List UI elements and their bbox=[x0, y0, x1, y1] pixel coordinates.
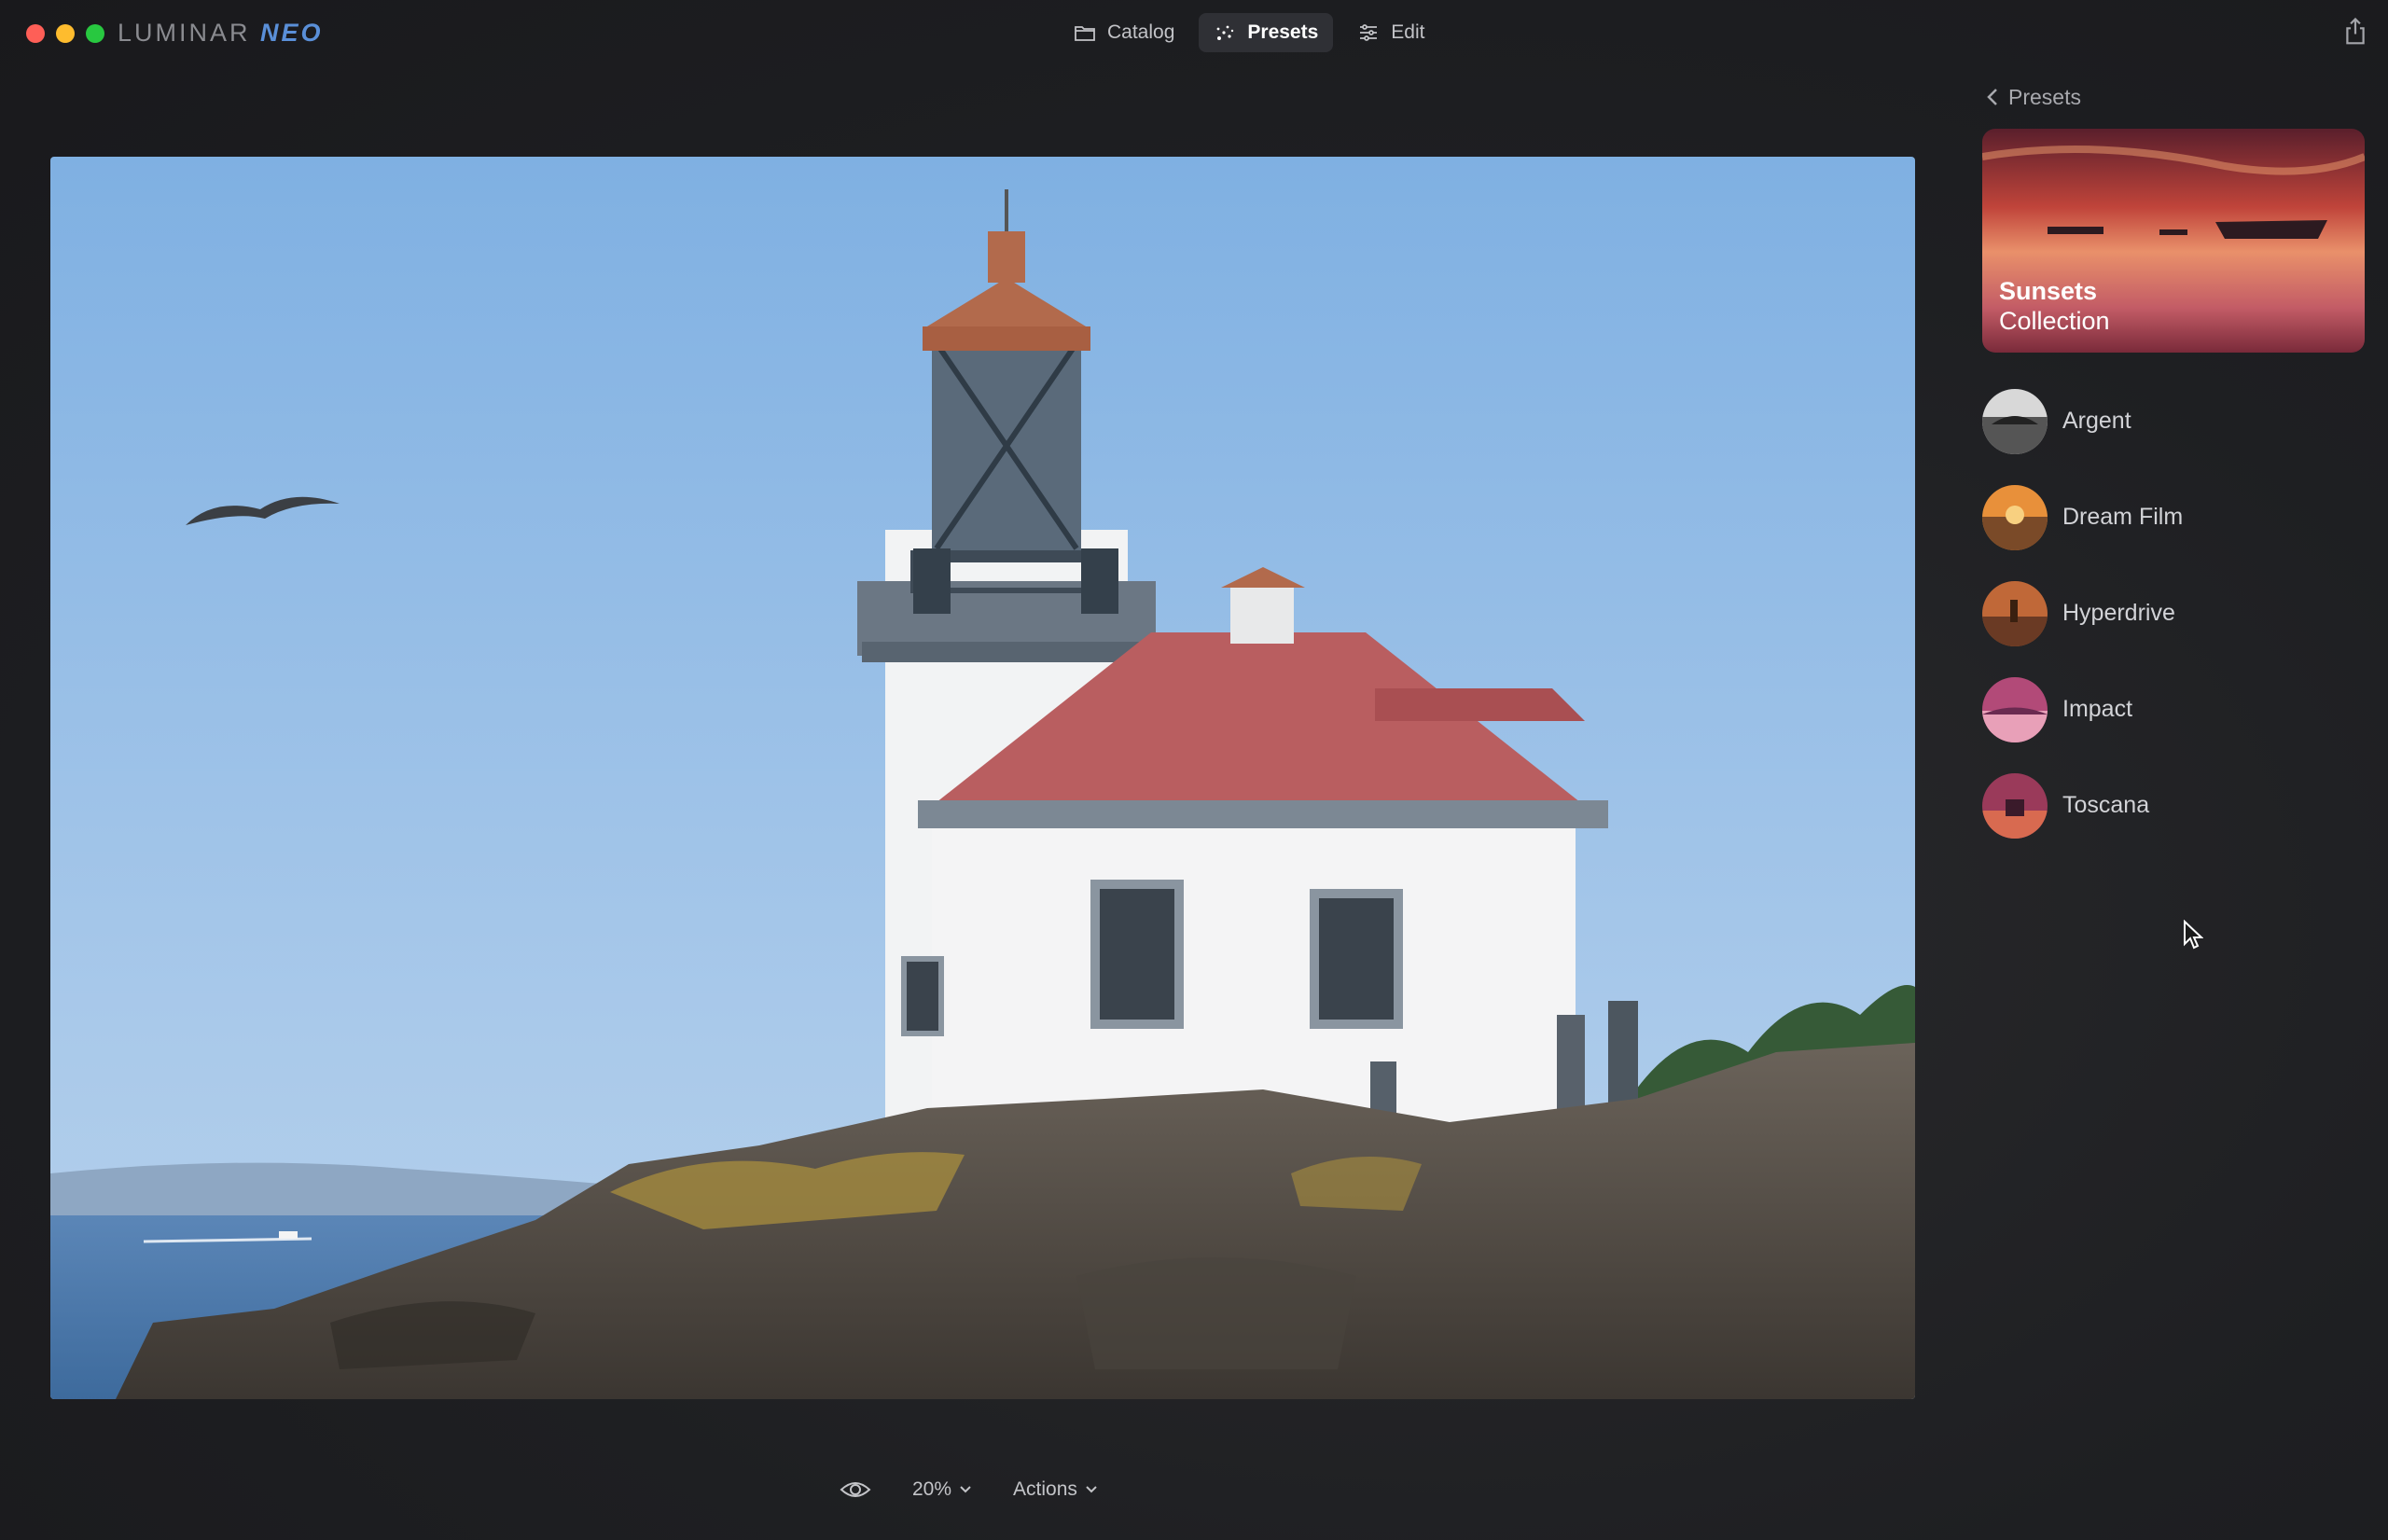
back-to-presets[interactable]: Presets bbox=[1982, 75, 2369, 119]
logo-accent: NEO bbox=[260, 19, 324, 47]
chevron-down-icon bbox=[960, 1486, 971, 1493]
logo-text: LUMINAR bbox=[118, 19, 251, 47]
sunsets-collection-card[interactable]: Sunsets Collection bbox=[1982, 129, 2365, 353]
tab-catalog-label: Catalog bbox=[1107, 21, 1175, 43]
presets-sparkle-icon bbox=[1216, 25, 1234, 40]
folder-icon bbox=[1075, 26, 1095, 41]
preset-thumbnail bbox=[1982, 676, 2048, 742]
preset-impact[interactable]: Impact bbox=[1982, 661, 2369, 757]
chevron-down-icon bbox=[1086, 1486, 1097, 1493]
preset-label: Hyperdrive bbox=[2062, 600, 2175, 626]
preset-thumbnail bbox=[1982, 484, 2048, 550]
preset-thumbnail bbox=[1982, 580, 2048, 646]
zoom-dropdown[interactable]: 20% bbox=[912, 1478, 972, 1501]
mode-switcher: Catalog Presets Edit bbox=[1059, 13, 1439, 52]
preset-thumbnail bbox=[1982, 388, 2048, 454]
back-label: Presets bbox=[2008, 84, 2081, 109]
tab-edit[interactable]: Edit bbox=[1342, 13, 1439, 52]
tab-presets[interactable]: Presets bbox=[1199, 13, 1334, 52]
tab-presets-label: Presets bbox=[1247, 21, 1319, 43]
preset-toscana[interactable]: Toscana bbox=[1982, 757, 2369, 853]
bottom-toolbar: 20% Actions bbox=[840, 1478, 1098, 1501]
eye-icon bbox=[840, 1482, 871, 1497]
preset-label: Argent bbox=[2062, 408, 2131, 434]
tab-edit-label: Edit bbox=[1391, 21, 1425, 43]
preset-label: Impact bbox=[2062, 696, 2133, 722]
preset-hyperdrive[interactable]: Hyperdrive bbox=[1982, 565, 2369, 661]
preset-dream-film[interactable]: Dream Film bbox=[1982, 469, 2369, 565]
actions-label: Actions bbox=[1013, 1478, 1077, 1500]
actions-dropdown[interactable]: Actions bbox=[1013, 1478, 1098, 1501]
chevron-left-icon bbox=[1987, 89, 1997, 105]
maximize-window-button[interactable] bbox=[86, 24, 104, 43]
mouse-cursor-icon bbox=[2184, 920, 2203, 950]
compare-toggle[interactable] bbox=[840, 1478, 871, 1501]
app-window: LUMINAR NEO Catalog Presets Edit 20% Act… bbox=[0, 0, 2388, 1540]
preset-list: Argent Dream Film Hyperdrive Impact Tosc… bbox=[1982, 373, 2369, 853]
minimize-window-button[interactable] bbox=[56, 24, 75, 43]
preset-label: Toscana bbox=[2062, 792, 2150, 818]
preset-thumbnail bbox=[1982, 772, 2048, 839]
photo-canvas[interactable] bbox=[50, 157, 1915, 1399]
collection-title: Sunsets Collection bbox=[1999, 276, 2110, 336]
presets-panel: Presets Sunsets Collection Argent Dream … bbox=[1982, 75, 2369, 1007]
lighthouse-photo bbox=[50, 157, 1915, 1399]
collection-title-line2: Collection bbox=[1999, 307, 2110, 335]
close-window-button[interactable] bbox=[26, 24, 45, 43]
zoom-value: 20% bbox=[912, 1478, 952, 1500]
collection-title-line1: Sunsets bbox=[1999, 277, 2098, 305]
sliders-icon bbox=[1360, 24, 1378, 41]
share-icon[interactable] bbox=[2341, 17, 2369, 47]
app-logo: LUMINAR NEO bbox=[118, 19, 324, 48]
title-bar: LUMINAR NEO Catalog Presets Edit bbox=[0, 0, 2388, 65]
preset-label: Dream Film bbox=[2062, 504, 2184, 530]
tab-catalog[interactable]: Catalog bbox=[1059, 13, 1189, 52]
window-controls bbox=[26, 24, 104, 43]
preset-argent[interactable]: Argent bbox=[1982, 373, 2369, 469]
